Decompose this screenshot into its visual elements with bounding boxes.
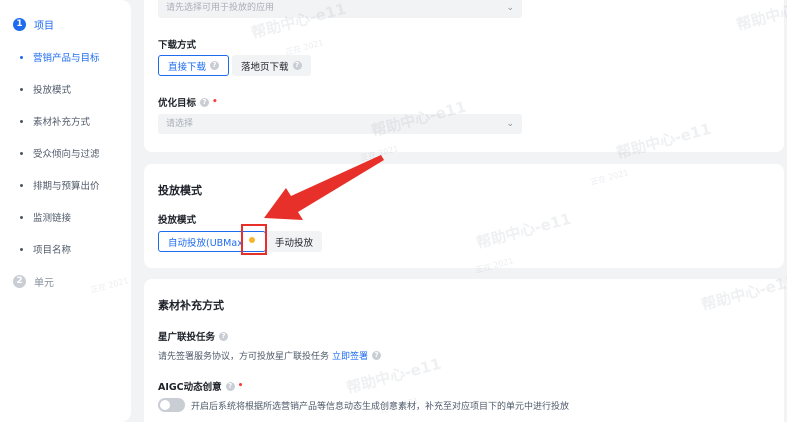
landing-page-download-option[interactable]: 落地页下载? [232, 55, 311, 76]
step-number-2: 2 [13, 275, 26, 288]
download-method-text: 下载方式 [158, 40, 197, 51]
required-dot-icon: • [212, 97, 218, 107]
sidebar-item-project-name[interactable]: 项目名称 [20, 242, 71, 256]
sidebar-item-label: 受众倾向与过滤 [33, 149, 100, 160]
sidebar-item-material[interactable]: 素材补充方式 [20, 114, 90, 128]
step-label-project: 项目 [34, 21, 54, 32]
direct-download-option[interactable]: 直接下载? [158, 55, 230, 76]
optimization-goal-label: 优化目标? • [158, 95, 218, 109]
delivery-mode-card [144, 164, 784, 268]
aigc-text: AIGC动态创意 [158, 382, 222, 393]
chevron-down-icon: ⌄ [506, 119, 514, 129]
sidebar-item-label: 项目名称 [33, 245, 72, 256]
dot-icon [20, 215, 23, 219]
star-task-label: 星广联投任务? [158, 329, 229, 343]
chevron-down-icon: ⌄ [506, 3, 514, 13]
aigc-label: AIGC动态创意? • [158, 379, 243, 393]
annotation-highlight-box [241, 224, 267, 255]
manual-delivery-label: 手动投放 [275, 237, 314, 249]
help-icon[interactable]: ? [292, 61, 302, 70]
help-icon[interactable]: ? [372, 351, 382, 360]
star-task-note-text: 请先签署服务协议，方可投放星广联投任务 [158, 352, 330, 362]
sidebar-item-monitor[interactable]: 监测链接 [20, 210, 71, 224]
toggle-knob [160, 400, 170, 410]
star-task-text: 星广联投任务 [158, 332, 216, 343]
goal-select-placeholder: 请选择 [166, 119, 194, 129]
help-icon[interactable]: ? [210, 61, 220, 70]
dot-icon [20, 87, 23, 91]
step-sidebar: 1 项目 营销产品与目标 投放模式 素材补充方式 受众倾向与过滤 排期与预算出价… [0, 0, 131, 422]
help-icon[interactable]: ? [200, 97, 210, 107]
sidebar-item-delivery-mode[interactable]: 投放模式 [20, 82, 71, 96]
delivery-mode-title: 投放模式 [158, 184, 202, 197]
dot-icon [20, 119, 23, 123]
app-select-placeholder: 请先选择可用于投放的应用 [166, 3, 275, 13]
download-method-label: 下载方式 [158, 37, 196, 51]
dot-icon [20, 151, 23, 155]
landing-page-download-label: 落地页下载 [241, 61, 289, 73]
delivery-mode-label: 投放模式 [158, 212, 196, 226]
sign-now-link[interactable]: 立即签署 [332, 349, 368, 362]
step-label-unit: 单元 [34, 278, 54, 289]
step-unit[interactable]: 2 单元 [13, 274, 54, 289]
material-title: 素材补充方式 [158, 299, 224, 312]
sidebar-item-label: 素材补充方式 [33, 117, 91, 128]
sidebar-item-schedule[interactable]: 排期与预算出价 [20, 178, 100, 192]
optimization-goal-text: 优化目标 [158, 98, 197, 109]
aigc-toggle[interactable] [158, 398, 185, 412]
dot-icon [20, 183, 23, 187]
star-task-note: 请先签署服务协议，方可投放星广联投任务 立即签署 ? [158, 349, 382, 362]
step-project[interactable]: 1 项目 [13, 17, 54, 32]
step-number-1: 1 [13, 18, 26, 31]
dot-icon [20, 55, 23, 59]
dot-icon [20, 247, 23, 251]
sidebar-item-label: 投放模式 [33, 85, 72, 96]
sidebar-item-label: 营销产品与目标 [33, 53, 100, 64]
required-dot-icon: • [237, 381, 244, 391]
help-icon[interactable]: ? [219, 331, 229, 341]
sidebar-item-label: 排期与预算出价 [33, 181, 100, 192]
sidebar-item-marketing-product[interactable]: 营销产品与目标 [20, 50, 100, 64]
sidebar-item-audience[interactable]: 受众倾向与过滤 [20, 146, 100, 160]
optimization-goal-select[interactable]: 请选择 ⌄ [158, 114, 522, 134]
auto-delivery-label: 自动投放(UBMax [168, 237, 243, 249]
help-icon[interactable]: ? [225, 381, 235, 391]
direct-download-label: 直接下载 [168, 61, 207, 73]
delivery-mode-text: 投放模式 [158, 215, 197, 226]
manual-delivery-option[interactable]: 手动投放 [266, 231, 323, 252]
sidebar-item-label: 监测链接 [33, 213, 72, 224]
